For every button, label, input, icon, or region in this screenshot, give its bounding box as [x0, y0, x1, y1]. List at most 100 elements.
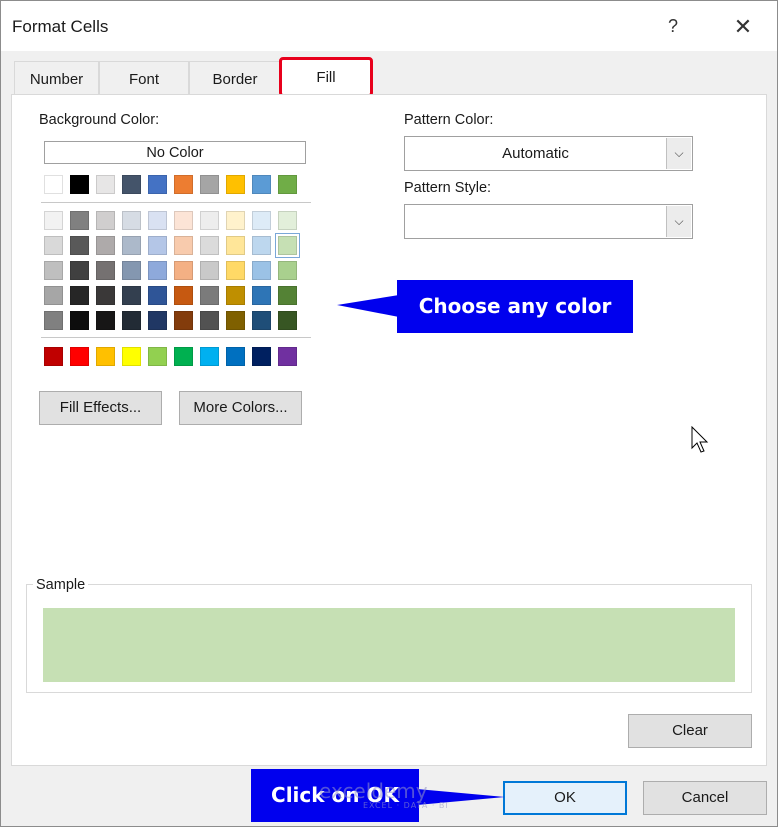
color-swatch[interactable]: [174, 211, 193, 230]
color-swatch[interactable]: [70, 175, 89, 194]
color-swatch[interactable]: [70, 211, 89, 230]
color-swatch[interactable]: [226, 261, 245, 280]
color-swatch[interactable]: [44, 236, 63, 255]
pattern-color-dropdown[interactable]: Automatic ⌵: [404, 136, 693, 171]
color-swatch[interactable]: [96, 311, 115, 330]
color-swatch[interactable]: [226, 286, 245, 305]
tab-font[interactable]: Font: [99, 61, 189, 95]
color-swatch[interactable]: [200, 286, 219, 305]
color-swatch[interactable]: [200, 261, 219, 280]
color-swatch[interactable]: [226, 211, 245, 230]
choose-color-callout: Choose any color: [397, 280, 633, 333]
color-swatch[interactable]: [252, 347, 271, 366]
color-swatch[interactable]: [96, 347, 115, 366]
cancel-button[interactable]: Cancel: [643, 781, 767, 815]
color-swatch[interactable]: [278, 261, 297, 280]
color-swatch[interactable]: [96, 211, 115, 230]
color-swatch[interactable]: [252, 211, 271, 230]
color-swatch[interactable]: [96, 236, 115, 255]
color-swatch[interactable]: [122, 175, 141, 194]
color-swatch[interactable]: [174, 286, 193, 305]
color-swatch[interactable]: [70, 286, 89, 305]
color-swatch[interactable]: [122, 236, 141, 255]
pattern-color-label: Pattern Color:: [404, 112, 494, 128]
tab-border[interactable]: Border: [189, 61, 281, 95]
color-swatch[interactable]: [174, 347, 193, 366]
color-swatch[interactable]: [252, 311, 271, 330]
color-swatch[interactable]: [44, 175, 63, 194]
color-swatch[interactable]: [122, 211, 141, 230]
fill-effects-button[interactable]: Fill Effects...: [39, 391, 162, 425]
color-swatch[interactable]: [226, 236, 245, 255]
watermark-logo: exceldemy: [319, 779, 428, 803]
color-swatch[interactable]: [96, 175, 115, 194]
color-swatch[interactable]: [148, 211, 167, 230]
callout-arrow-icon: [337, 295, 399, 317]
color-swatch[interactable]: [148, 286, 167, 305]
tab-number[interactable]: Number: [14, 61, 99, 95]
color-swatch[interactable]: [122, 311, 141, 330]
color-swatch[interactable]: [122, 286, 141, 305]
color-swatch[interactable]: [148, 261, 167, 280]
color-swatch[interactable]: [44, 211, 63, 230]
color-swatch[interactable]: [148, 347, 167, 366]
pattern-style-label: Pattern Style:: [404, 180, 492, 196]
color-swatch[interactable]: [226, 311, 245, 330]
sample-label: Sample: [33, 577, 89, 593]
color-swatch[interactable]: [278, 347, 297, 366]
color-swatch[interactable]: [70, 261, 89, 280]
color-swatch[interactable]: [252, 175, 271, 194]
color-swatch[interactable]: [278, 175, 297, 194]
color-swatch[interactable]: [148, 175, 167, 194]
tab-fill[interactable]: Fill: [279, 57, 373, 97]
palette-divider: [41, 202, 311, 203]
chevron-down-icon[interactable]: ⌵: [666, 138, 691, 169]
color-swatch[interactable]: [252, 286, 271, 305]
color-swatch[interactable]: [122, 347, 141, 366]
color-swatch[interactable]: [252, 261, 271, 280]
color-swatch[interactable]: [278, 286, 297, 305]
color-swatch[interactable]: [96, 286, 115, 305]
color-swatch[interactable]: [70, 236, 89, 255]
color-swatch[interactable]: [148, 311, 167, 330]
pattern-style-dropdown[interactable]: ⌵: [404, 204, 693, 239]
color-swatch[interactable]: [174, 236, 193, 255]
palette-divider: [41, 337, 311, 338]
color-swatch[interactable]: [44, 311, 63, 330]
color-swatch[interactable]: [200, 175, 219, 194]
color-swatch[interactable]: [122, 261, 141, 280]
color-swatch[interactable]: [278, 211, 297, 230]
dialog-title: Format Cells: [12, 17, 109, 36]
color-swatch[interactable]: [278, 311, 297, 330]
color-swatch[interactable]: [44, 286, 63, 305]
color-swatch[interactable]: [148, 236, 167, 255]
color-swatch[interactable]: [174, 311, 193, 330]
color-swatch[interactable]: [252, 236, 271, 255]
color-swatch[interactable]: [226, 347, 245, 366]
color-swatch[interactable]: [174, 261, 193, 280]
color-swatch[interactable]: [200, 347, 219, 366]
color-swatch[interactable]: [96, 261, 115, 280]
chevron-down-icon[interactable]: ⌵: [666, 206, 691, 237]
color-swatch[interactable]: [44, 261, 63, 280]
color-swatch[interactable]: [44, 347, 63, 366]
clear-button[interactable]: Clear: [628, 714, 752, 748]
color-swatch[interactable]: [275, 233, 300, 258]
color-swatch[interactable]: [226, 175, 245, 194]
sample-preview: [43, 608, 735, 682]
no-color-button[interactable]: No Color: [44, 141, 306, 164]
pattern-color-value: Automatic: [502, 145, 569, 162]
title-bar: Format Cells ? ✕: [1, 1, 777, 51]
color-swatch[interactable]: [70, 347, 89, 366]
color-swatch[interactable]: [174, 175, 193, 194]
color-swatch[interactable]: [200, 236, 219, 255]
mouse-pointer-icon: [691, 426, 709, 453]
close-icon[interactable]: ✕: [729, 13, 757, 41]
color-swatch[interactable]: [200, 211, 219, 230]
format-cells-dialog: Format Cells ? ✕ Number Font Border Fill…: [0, 0, 778, 827]
ok-button[interactable]: OK: [503, 781, 627, 815]
help-icon[interactable]: ?: [661, 13, 685, 39]
color-swatch[interactable]: [200, 311, 219, 330]
more-colors-button[interactable]: More Colors...: [179, 391, 302, 425]
color-swatch[interactable]: [70, 311, 89, 330]
